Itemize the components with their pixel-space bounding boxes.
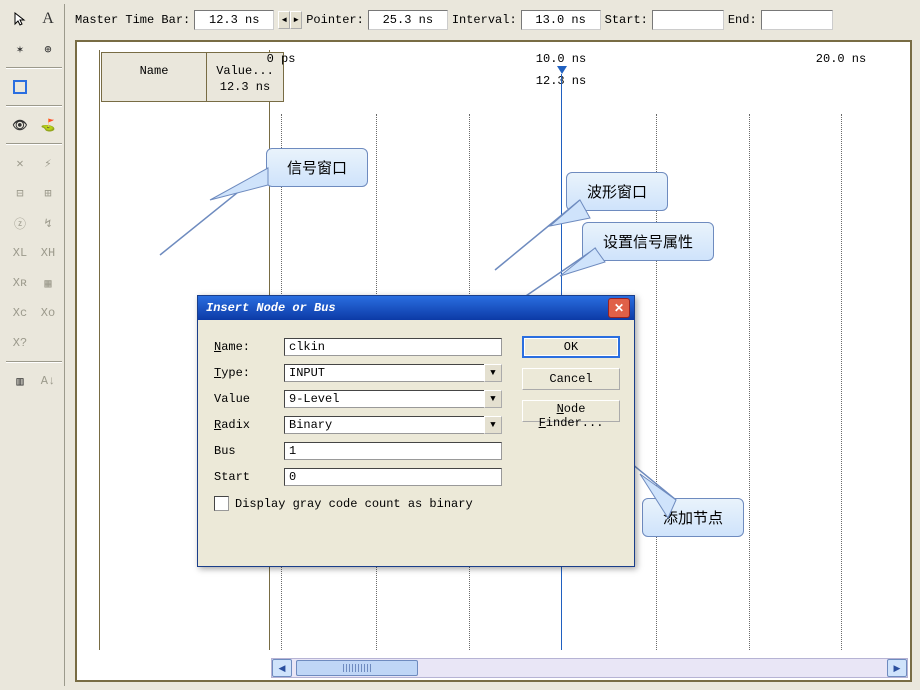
value-col-line1: Value...: [216, 64, 274, 78]
name-field[interactable]: [284, 338, 502, 356]
scroll-right-icon[interactable]: ▶: [887, 659, 907, 677]
chevron-down-icon[interactable]: ▼: [484, 390, 502, 408]
col-divider-1: [99, 50, 100, 650]
master-time-bar-label: Master Time Bar:: [75, 13, 190, 27]
swap-icon[interactable]: ✶: [8, 36, 32, 62]
grid-line: [749, 114, 750, 650]
display-gray-checkbox[interactable]: [214, 496, 229, 511]
grid-line: [841, 114, 842, 650]
dlg-start-label: Start: [214, 470, 284, 484]
value-col-line2: 12.3 ns: [220, 80, 270, 94]
xh-icon[interactable]: XH: [36, 240, 60, 266]
wave-random-icon[interactable]: ⛳: [36, 112, 60, 138]
bus-field[interactable]: [284, 442, 502, 460]
ruler-tick-2: 20.0 ns: [816, 52, 866, 66]
node-finder-button[interactable]: Node Finder...: [522, 400, 620, 422]
callout-signals: 信号窗口: [266, 148, 368, 187]
pointer-label: Pointer:: [306, 13, 364, 27]
scroll-left-icon[interactable]: ◀: [272, 659, 292, 677]
ok-button[interactable]: OK: [522, 336, 620, 358]
start-label: Start:: [605, 13, 648, 27]
left-toolbar: A ✶ ⊕ 👁 ⛳ ✕⚡ ⊟⊞ ⓩ↯ XLXH Xʀ▦ XcXo X? ▥A↓: [4, 4, 65, 686]
radix-label: Radix: [214, 418, 284, 432]
group-in-icon[interactable]: ⊟: [8, 180, 32, 206]
xl-icon[interactable]: XL: [8, 240, 32, 266]
text-icon[interactable]: A: [36, 6, 60, 32]
spin-left-icon[interactable]: ◄: [278, 11, 290, 29]
type-value[interactable]: [284, 364, 484, 382]
dialog-titlebar[interactable]: Insert Node or Bus ✕: [198, 296, 634, 320]
zoom-icon[interactable]: ⊕: [36, 36, 60, 62]
time-ruler[interactable]: 0 ps 10.0 ns 20.0 ns 12.3 ns: [271, 52, 908, 112]
column-headers: Name Value... 12.3 ns: [101, 52, 284, 102]
horizontal-scrollbar[interactable]: ◀ ▶: [271, 658, 908, 678]
dialog-button-column: OK Cancel Node Finder...: [522, 336, 620, 422]
xw-icon[interactable]: ↯: [36, 210, 60, 236]
search-icon[interactable]: 👁: [8, 112, 32, 138]
spin-right-icon[interactable]: ►: [290, 11, 302, 29]
ruler-tick-1: 10.0 ns: [536, 52, 586, 66]
xc-icon[interactable]: ✕: [8, 150, 32, 176]
callout-properties: 设置信号属性: [582, 222, 714, 261]
group-out-icon[interactable]: ⊞: [36, 180, 60, 206]
scroll-track[interactable]: [292, 660, 887, 676]
scroll-thumb[interactable]: [296, 660, 418, 676]
chevron-down-icon[interactable]: ▼: [484, 416, 502, 434]
callout-addnode: 添加节点: [642, 498, 744, 537]
z-icon[interactable]: ⓩ: [8, 210, 32, 236]
xo-icon[interactable]: Xo: [36, 300, 60, 326]
bus-label: Bus: [214, 444, 284, 458]
radix-select[interactable]: ▼: [284, 416, 502, 434]
spin-buttons: ◄ ►: [278, 11, 302, 29]
xr-icon[interactable]: Xʀ: [8, 270, 32, 296]
end-label: End:: [728, 13, 757, 27]
pointer-field: 25.3 ns: [368, 10, 448, 30]
xq-icon[interactable]: X?: [8, 330, 32, 356]
cancel-button[interactable]: Cancel: [522, 368, 620, 390]
dialog-title: Insert Node or Bus: [206, 301, 336, 315]
dialog-body: Name: Type: ▼ Value ▼ Radix ▼ Bus: [198, 320, 634, 529]
start-field[interactable]: [652, 10, 724, 30]
info-bar: Master Time Bar: 12.3 ns ◄ ► Pointer: 25…: [75, 8, 912, 32]
dlg-start-field[interactable]: [284, 468, 502, 486]
display-gray-label: Display gray code count as binary: [235, 497, 473, 511]
type-select[interactable]: ▼: [284, 364, 502, 382]
sort-icon[interactable]: A↓: [36, 368, 60, 394]
insert-node-dialog: Insert Node or Bus ✕ Name: Type: ▼ Value…: [197, 295, 635, 567]
matrix-icon[interactable]: ▦: [36, 270, 60, 296]
interval-label: Interval:: [452, 13, 517, 27]
close-icon[interactable]: ✕: [608, 298, 630, 318]
interval-field: 13.0 ns: [521, 10, 601, 30]
callout-waveform: 波形窗口: [566, 172, 668, 211]
value-select[interactable]: ▼: [284, 390, 502, 408]
cursor-icon[interactable]: [8, 6, 32, 32]
ruler-tick-0: 0 ps: [267, 52, 296, 66]
name-column-header[interactable]: Name: [102, 53, 207, 101]
name-label: Name:: [214, 340, 284, 354]
xc2-icon[interactable]: Xc: [8, 300, 32, 326]
radix-value[interactable]: [284, 416, 484, 434]
grid-icon[interactable]: ▥: [8, 368, 32, 394]
value-value[interactable]: [284, 390, 484, 408]
end-field[interactable]: [761, 10, 833, 30]
spacer2-icon: [36, 330, 60, 356]
type-label: Type:: [214, 366, 284, 380]
chevron-down-icon[interactable]: ▼: [484, 364, 502, 382]
fullscreen-icon[interactable]: [8, 74, 32, 100]
value-label: Value: [214, 392, 284, 406]
spacer-icon: [36, 74, 60, 100]
spark-icon[interactable]: ⚡: [36, 150, 60, 176]
master-time-bar-field[interactable]: 12.3 ns: [194, 10, 274, 30]
time-cursor-head-icon[interactable]: [557, 66, 567, 74]
